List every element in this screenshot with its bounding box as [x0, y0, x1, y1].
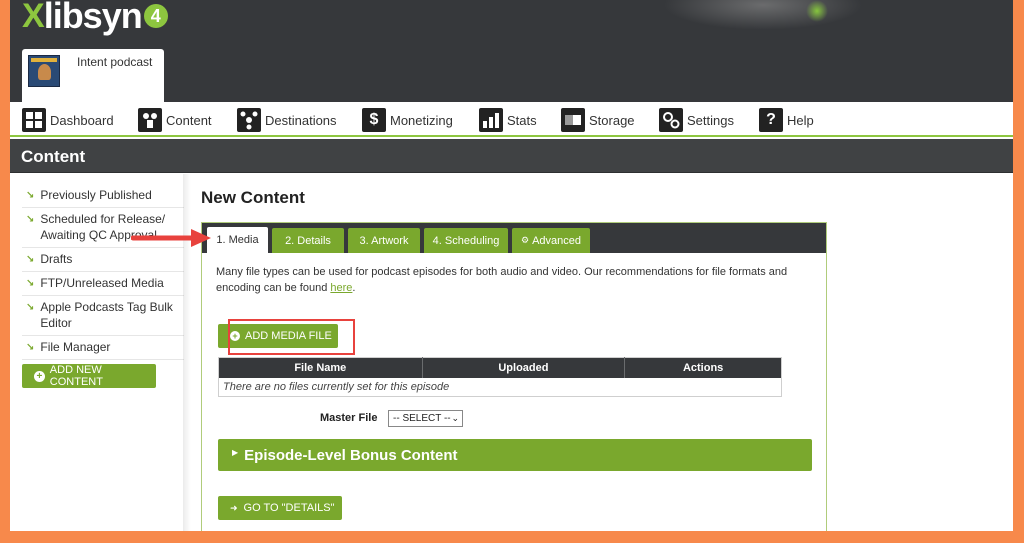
nav-storage[interactable]: Storage	[561, 106, 635, 134]
content-icon	[138, 108, 162, 132]
sidebar: ↘ Previously Published ↘ Scheduled for R…	[22, 184, 184, 388]
tab-artwork-label: 3. Artwork	[359, 234, 409, 247]
description-end: .	[352, 282, 356, 294]
main-nav: Dashboard Content Destinations $ Monetiz…	[10, 102, 1013, 137]
tab-media-label: 1. Media	[216, 234, 259, 246]
sidebar-item-file-manager[interactable]: ↘ File Manager	[22, 336, 184, 360]
table-header-row: File Name Uploaded Actions	[218, 357, 782, 378]
col-actions: Actions	[624, 357, 782, 378]
add-new-content-label: ADD NEW CONTENT	[49, 364, 103, 388]
section-header: Content	[10, 139, 1013, 173]
top-header: X libsyn 4 Intent podcast	[10, 0, 1013, 102]
sidebar-item-label: File Manager	[40, 340, 111, 354]
header-glow-dot	[806, 0, 828, 22]
sidebar-item-label: FTP/Unreleased Media	[40, 276, 164, 290]
stats-icon	[479, 108, 503, 132]
tab-bar: 1. Media 2. Details 3. Artwork 4. Schedu…	[202, 223, 826, 253]
empty-table-message: There are no files currently set for thi…	[223, 380, 450, 393]
sidebar-item-ftp[interactable]: ↘ FTP/Unreleased Media	[22, 272, 184, 296]
podcast-artwork	[28, 55, 60, 87]
nav-stats[interactable]: Stats	[479, 106, 537, 134]
destinations-icon	[237, 108, 261, 132]
nav-settings[interactable]: Settings	[659, 106, 734, 134]
col-uploaded: Uploaded	[422, 357, 626, 378]
nav-content[interactable]: Content	[138, 106, 212, 134]
header-glow	[663, 0, 863, 30]
table-row: There are no files currently set for thi…	[219, 378, 782, 397]
gear-icon: ⚙	[520, 235, 530, 245]
add-new-content-button[interactable]: + ADD NEW CONTENT	[22, 364, 156, 388]
annotation-arrow-icon	[131, 229, 211, 247]
arrow-down-right-icon: ↘	[26, 342, 35, 353]
nav-monetizing[interactable]: $ Monetizing	[362, 106, 453, 134]
description-text: Many file types can be used for podcast …	[216, 266, 788, 294]
nav-destinations[interactable]: Destinations	[237, 106, 337, 134]
arrow-down-right-icon: ↘	[26, 302, 35, 313]
sidebar-item-drafts[interactable]: ↘ Drafts	[22, 248, 184, 272]
nav-help-label: Help	[787, 112, 814, 128]
arrow-down-right-icon: ↘	[26, 278, 35, 289]
tab-advanced-label: Advanced	[532, 234, 581, 247]
sidebar-item-apple-podcasts[interactable]: ↘ Apple Podcasts Tag Bulk Editor	[22, 296, 184, 336]
go-to-details-button[interactable]: ➜ GO TO "DETAILS"	[218, 496, 342, 520]
page-title: New Content	[201, 188, 305, 207]
logo-text: libsyn	[43, 0, 143, 36]
podcast-name: Intent podcast	[77, 55, 153, 69]
nav-stats-label: Stats	[507, 112, 537, 128]
nav-settings-label: Settings	[687, 112, 734, 128]
dashboard-icon	[22, 108, 46, 132]
tab-details-label: 2. Details	[285, 234, 331, 247]
tab-scheduling-label: 4. Scheduling	[432, 234, 500, 247]
tab-media[interactable]: 1. Media	[207, 227, 268, 253]
logo-version-badge: 4	[143, 4, 168, 28]
app-frame: X libsyn 4 Intent podcast Dashboard Cont…	[10, 0, 1013, 531]
description-here-link[interactable]: here	[330, 282, 352, 294]
files-table: File Name Uploaded Actions There are no …	[218, 357, 782, 397]
sidebar-item-label: Previously Published	[40, 188, 152, 202]
tab-scheduling[interactable]: 4. Scheduling	[424, 228, 508, 253]
tab-details[interactable]: 2. Details	[272, 228, 344, 253]
nav-content-label: Content	[166, 112, 212, 128]
podcast-selector[interactable]: Intent podcast	[22, 49, 164, 102]
arrow-down-right-icon: ↘	[26, 190, 35, 201]
dollar-icon: $	[362, 108, 386, 132]
logo-mark: X	[22, 0, 45, 35]
nav-storage-label: Storage	[589, 112, 635, 128]
bonus-content-label: Episode-Level Bonus Content	[244, 446, 458, 464]
libsyn-logo[interactable]: X libsyn 4	[22, 0, 168, 36]
nav-dashboard-label: Dashboard	[50, 112, 114, 128]
arrow-down-right-icon: ↘	[26, 254, 35, 265]
chevron-down-icon: ⌄	[451, 413, 459, 423]
media-description: Many file types can be used for podcast …	[216, 264, 816, 296]
nav-monetizing-label: Monetizing	[390, 112, 453, 128]
nav-destinations-label: Destinations	[265, 112, 337, 128]
col-file-name: File Name	[218, 357, 423, 378]
master-file-select[interactable]: -- SELECT -- ⌄	[388, 410, 463, 427]
bonus-content-accordion[interactable]: ▶ Episode-Level Bonus Content	[218, 439, 812, 471]
tab-advanced[interactable]: ⚙ Advanced	[512, 228, 590, 253]
master-file-selected-value: -- SELECT --	[393, 413, 451, 424]
section-title: Content	[21, 147, 86, 166]
sidebar-item-previously-published[interactable]: ↘ Previously Published	[22, 184, 184, 208]
nav-dashboard[interactable]: Dashboard	[22, 106, 114, 134]
settings-icon	[659, 108, 683, 132]
storage-icon	[561, 108, 585, 132]
caret-right-icon: ▶	[232, 447, 239, 457]
annotation-highlight-box	[228, 319, 355, 355]
sidebar-item-label: Drafts	[40, 252, 73, 266]
help-icon: ?	[759, 108, 783, 132]
content-panel: 1. Media 2. Details 3. Artwork 4. Schedu…	[201, 222, 827, 531]
arrow-down-right-icon: ↘	[26, 214, 35, 225]
go-to-details-label: GO TO "DETAILS"	[243, 502, 335, 514]
nav-help[interactable]: ? Help	[759, 106, 814, 134]
arrow-right-icon: ➜	[230, 502, 238, 513]
tab-artwork[interactable]: 3. Artwork	[348, 228, 420, 253]
plus-circle-icon: +	[34, 370, 45, 382]
master-file-label: Master File	[320, 412, 378, 424]
sidebar-item-label: Apple Podcasts Tag Bulk Editor	[40, 300, 173, 330]
